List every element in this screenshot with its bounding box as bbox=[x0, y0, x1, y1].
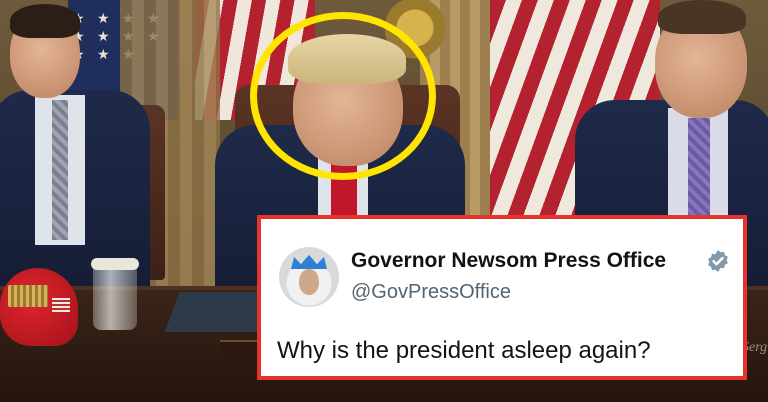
tweet-card: Governor Newsom Press Office @GovPressOf… bbox=[257, 215, 747, 380]
nameplate bbox=[220, 340, 260, 362]
tweet-text: Why is the president asleep again? bbox=[277, 337, 651, 364]
tweet-handle: @GovPressOffice bbox=[351, 281, 511, 303]
highlight-circle bbox=[250, 12, 436, 180]
cap-embroidery bbox=[8, 285, 48, 307]
profile-avatar bbox=[279, 247, 339, 307]
verified-badge-icon bbox=[708, 250, 728, 272]
cap-flag-patch bbox=[52, 298, 70, 312]
cup-lid bbox=[91, 258, 139, 270]
crown-icon bbox=[291, 255, 327, 269]
tweet-display-name: Governor Newsom Press Office bbox=[351, 249, 667, 272]
avatar-face bbox=[299, 269, 319, 295]
